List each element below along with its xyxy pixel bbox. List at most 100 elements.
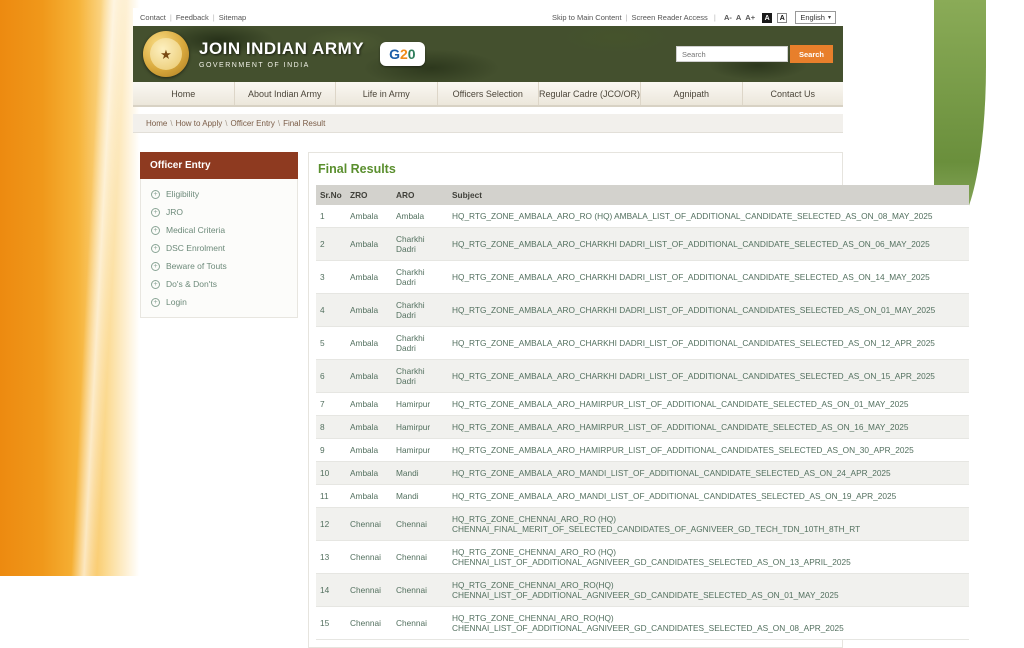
result-subject-link[interactable]: HQ_RTG_ZONE_AMBALA_ARO_MANDI_LIST_OF_ADD…: [452, 491, 896, 501]
zro-cell: Ambala: [346, 485, 392, 508]
sr-no-cell: 8: [316, 416, 346, 439]
sidebar-item-label: JRO: [166, 207, 183, 217]
result-subject-link[interactable]: HQ_RTG_ZONE_AMBALA_ARO_HAMIRPUR_LIST_OF_…: [452, 399, 909, 409]
g20-logo: G 2 0: [380, 42, 424, 66]
aro-cell: Ambala: [392, 205, 448, 228]
nav-item-about-indian-army[interactable]: About Indian Army: [235, 82, 337, 105]
final-results-panel: Final Results Sr.NoZROAROSubject 1Ambala…: [308, 152, 843, 648]
subject-cell: HQ_RTG_ZONE_AMBALA_ARO_RO (HQ) AMBALA_LI…: [448, 205, 969, 228]
sidebar-item-do-s-don-ts[interactable]: +Do's & Don'ts: [141, 275, 297, 293]
zro-cell: Chennai: [346, 541, 392, 574]
font-size-control-a[interactable]: A: [736, 13, 741, 22]
result-subject-link[interactable]: HQ_RTG_ZONE_CHENNAI_ARO_RO (HQ) CHENNAI_…: [452, 514, 860, 534]
theme-light-toggle[interactable]: A: [777, 13, 787, 23]
sr-no-cell: 7: [316, 393, 346, 416]
zro-cell: Ambala: [346, 261, 392, 294]
aro-cell: Chennai: [392, 607, 448, 640]
result-subject-link[interactable]: HQ_RTG_ZONE_AMBALA_ARO_HAMIRPUR_LIST_OF_…: [452, 422, 909, 432]
nav-item-life-in-army[interactable]: Life in Army: [336, 82, 438, 105]
site-header: ★ JOIN INDIAN ARMY GOVERNMENT OF INDIA G…: [133, 26, 843, 82]
topbar-link-feedback[interactable]: Feedback: [176, 13, 209, 22]
breadcrumb-item-home[interactable]: Home: [146, 119, 167, 128]
table-header-row: Sr.NoZROAROSubject: [316, 185, 969, 205]
zro-cell: Ambala: [346, 439, 392, 462]
plus-icon: +: [151, 208, 160, 217]
nav-item-regular-cadre-jco-or[interactable]: Regular Cadre (JCO/OR): [539, 82, 641, 105]
language-value: English: [800, 13, 825, 22]
accessibility-links: Skip to Main Content|Screen Reader Acces…: [552, 13, 708, 22]
sr-no-cell: 2: [316, 228, 346, 261]
sr-no-cell: 12: [316, 508, 346, 541]
utility-topbar: Contact|Feedback|Sitemap Skip to Main Co…: [133, 8, 843, 26]
breadcrumb-separator: \: [225, 119, 227, 128]
zro-cell: Ambala: [346, 462, 392, 485]
subject-cell: HQ_RTG_ZONE_CHENNAI_ARO_RO (HQ) CHENNAI_…: [448, 508, 969, 541]
breadcrumb-item-final-result[interactable]: Final Result: [283, 119, 325, 128]
subject-cell: HQ_RTG_ZONE_AMBALA_ARO_CHARKHI DADRI_LIS…: [448, 261, 969, 294]
language-select[interactable]: English ▾: [795, 11, 836, 24]
topbar-link-skip-to-main-content[interactable]: Skip to Main Content: [552, 13, 622, 22]
subject-cell: HQ_RTG_ZONE_AMBALA_ARO_CHARKHI DADRI_LIS…: [448, 228, 969, 261]
sidebar-item-eligibility[interactable]: +Eligibility: [141, 185, 297, 203]
font-size-control-a[interactable]: A+: [745, 13, 755, 22]
subject-cell: HQ_RTG_ZONE_AMBALA_ARO_HAMIRPUR_LIST_OF_…: [448, 393, 969, 416]
sr-no-cell: 13: [316, 541, 346, 574]
aro-cell: Chennai: [392, 541, 448, 574]
star-icon: ★: [160, 48, 172, 61]
site-container: Contact|Feedback|Sitemap Skip to Main Co…: [133, 8, 843, 107]
result-subject-link[interactable]: HQ_RTG_ZONE_AMBALA_ARO_MANDI_LIST_OF_ADD…: [452, 468, 891, 478]
result-subject-link[interactable]: HQ_RTG_ZONE_AMBALA_ARO_CHARKHI DADRI_LIS…: [452, 371, 935, 381]
plus-icon: +: [151, 244, 160, 253]
sidebar-list: +Eligibility+JRO+Medical Criteria+DSC En…: [140, 179, 298, 318]
breadcrumb-item-how-to-apply[interactable]: How to Apply: [176, 119, 223, 128]
sr-no-cell: 5: [316, 327, 346, 360]
aro-cell: Mandi: [392, 485, 448, 508]
nav-item-agnipath[interactable]: Agnipath: [641, 82, 743, 105]
zro-cell: Ambala: [346, 294, 392, 327]
result-subject-link[interactable]: HQ_RTG_ZONE_CHENNAI_ARO_RO(HQ) CHENNAI_L…: [452, 613, 844, 633]
sidebar-item-label: Eligibility: [166, 189, 199, 199]
topbar-left-links: Contact|Feedback|Sitemap: [140, 13, 246, 22]
topbar-link-contact[interactable]: Contact: [140, 13, 166, 22]
theme-dark-toggle[interactable]: A: [762, 13, 772, 23]
sr-no-cell: 3: [316, 261, 346, 294]
g20-letter-0: 0: [408, 47, 416, 61]
nav-item-officers-selection[interactable]: Officers Selection: [438, 82, 540, 105]
page-content: Officer Entry +Eligibility+JRO+Medical C…: [133, 140, 986, 576]
topbar-link-screen-reader-access[interactable]: Screen Reader Access: [632, 13, 708, 22]
sidebar-item-dsc-enrolment[interactable]: +DSC Enrolment: [141, 239, 297, 257]
search-button[interactable]: Search: [790, 45, 833, 63]
result-subject-link[interactable]: HQ_RTG_ZONE_CHENNAI_ARO_RO(HQ) CHENNAI_L…: [452, 580, 839, 600]
sidebar-item-jro[interactable]: + JRO: [141, 203, 297, 221]
final-results-table: Sr.NoZROAROSubject 1AmbalaAmbalaHQ_RTG_Z…: [316, 185, 969, 640]
font-size-control-a[interactable]: A-: [724, 13, 732, 22]
breadcrumb-separator: \: [170, 119, 172, 128]
nav-item-contact-us[interactable]: Contact Us: [743, 82, 844, 105]
search-input[interactable]: [676, 46, 788, 62]
sidebar-item-medical-criteria[interactable]: +Medical Criteria: [141, 221, 297, 239]
breadcrumb-item-officer-entry[interactable]: Officer Entry: [231, 119, 275, 128]
table-row: 3AmbalaCharkhi DadriHQ_RTG_ZONE_AMBALA_A…: [316, 261, 969, 294]
army-crest-logo: ★: [143, 31, 189, 77]
result-subject-link[interactable]: HQ_RTG_ZONE_AMBALA_ARO_CHARKHI DADRI_LIS…: [452, 305, 935, 315]
result-subject-link[interactable]: HQ_RTG_ZONE_AMBALA_ARO_RO (HQ) AMBALA_LI…: [452, 211, 932, 221]
result-subject-link[interactable]: HQ_RTG_ZONE_AMBALA_ARO_CHARKHI DADRI_LIS…: [452, 338, 935, 348]
result-subject-link[interactable]: HQ_RTG_ZONE_AMBALA_ARO_HAMIRPUR_LIST_OF_…: [452, 445, 914, 455]
result-subject-link[interactable]: HQ_RTG_ZONE_AMBALA_ARO_CHARKHI DADRI_LIS…: [452, 239, 930, 249]
column-header-subject: Subject: [448, 185, 969, 205]
topbar-right-links: Skip to Main Content|Screen Reader Acces…: [552, 11, 836, 24]
sr-no-cell: 10: [316, 462, 346, 485]
topbar-link-sitemap[interactable]: Sitemap: [219, 13, 247, 22]
g20-letter-2: 2: [400, 47, 408, 61]
table-row: 13ChennaiChennaiHQ_RTG_ZONE_CHENNAI_ARO_…: [316, 541, 969, 574]
sidebar-item-beware-of-touts[interactable]: +Beware of Touts: [141, 257, 297, 275]
result-subject-link[interactable]: HQ_RTG_ZONE_AMBALA_ARO_CHARKHI DADRI_LIS…: [452, 272, 930, 282]
aro-cell: Mandi: [392, 462, 448, 485]
chevron-down-icon: ▾: [828, 14, 831, 21]
subject-cell: HQ_RTG_ZONE_CHENNAI_ARO_RO(HQ) CHENNAI_L…: [448, 574, 969, 607]
result-subject-link[interactable]: HQ_RTG_ZONE_CHENNAI_ARO_RO (HQ) CHENNAI_…: [452, 547, 851, 567]
sidebar-item-login[interactable]: +Login: [141, 293, 297, 311]
officer-entry-sidebar: Officer Entry +Eligibility+JRO+Medical C…: [140, 152, 298, 318]
nav-item-home[interactable]: Home: [133, 82, 235, 105]
g20-letter-g: G: [389, 47, 400, 61]
